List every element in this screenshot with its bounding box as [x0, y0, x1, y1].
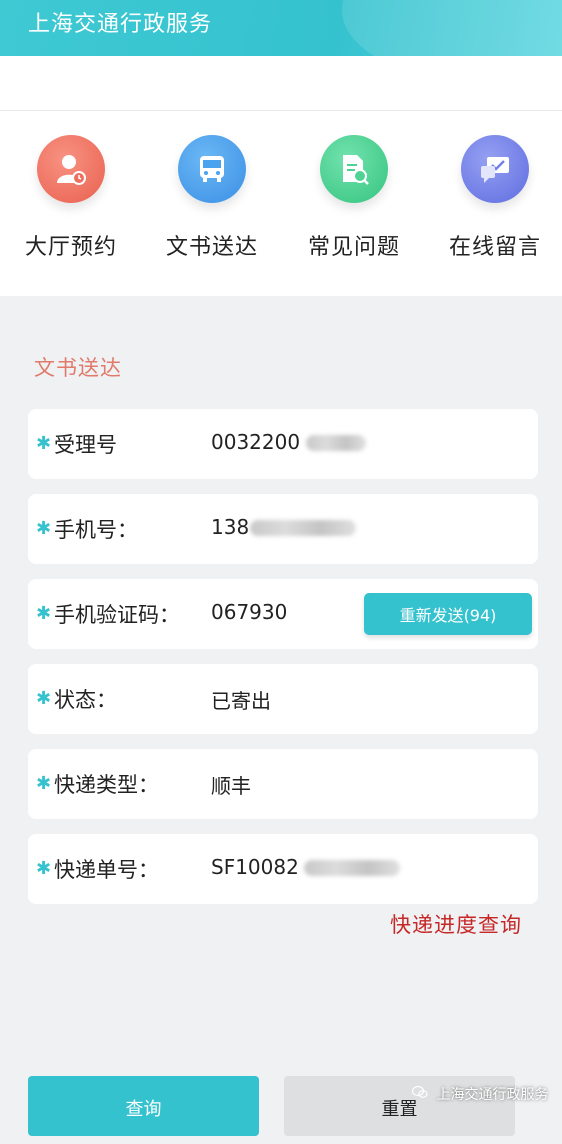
courier-type-value: 顺丰 [211, 774, 251, 798]
nav-label: 大厅预约 [24, 235, 117, 260]
required-mark: ✱ [36, 858, 52, 879]
sms-code-row: ✱ 手机验证码： 067930 重新发送(94) [28, 579, 538, 649]
query-button[interactable]: 查询 [28, 1076, 259, 1136]
redacted-blur [304, 860, 400, 876]
tracking-no-row: ✱ 快递单号： SF10082 [28, 834, 538, 904]
required-mark: ✱ [36, 433, 52, 454]
status-label: 状态： [54, 688, 117, 712]
nav-label: 常见问题 [307, 235, 400, 260]
acceptance-no-row: ✱ 受理号 0032200 [28, 409, 538, 479]
wechat-icon [411, 1085, 428, 1103]
status-row: ✱ 状态： 已寄出 [28, 664, 538, 734]
document-search-icon [320, 135, 388, 203]
watermark: 上海交通行政服务 [411, 1084, 549, 1104]
nav-faq[interactable]: 常见问题 [284, 135, 424, 285]
resend-code-button[interactable]: 重新发送(94) [364, 593, 532, 635]
tracking-no-label: 快递单号： [54, 858, 159, 882]
required-mark: ✱ [36, 773, 52, 794]
redacted-blur [250, 520, 356, 536]
acceptance-no-label: 受理号 [54, 433, 117, 457]
status-value: 已寄出 [211, 689, 271, 713]
phone-label: 手机号： [54, 518, 138, 542]
courier-type-row: ✱ 快递类型： 顺丰 [28, 749, 538, 819]
acceptance-no-value[interactable]: 0032200 [211, 430, 300, 454]
phone-value[interactable]: 138 [211, 515, 249, 539]
required-mark: ✱ [36, 603, 52, 624]
redacted-blur [306, 435, 366, 451]
user-clock-icon [37, 135, 105, 203]
sms-code-value[interactable]: 067930 [211, 600, 287, 624]
app-header: 上海交通行政服务 [0, 0, 562, 56]
header-decoration [342, 0, 562, 56]
chat-check-icon [461, 135, 529, 203]
nav-online-message[interactable]: 在线留言 [425, 135, 562, 285]
app-title: 上海交通行政服务 [28, 12, 213, 37]
sms-code-label: 手机验证码： [54, 603, 180, 627]
tracking-progress-link[interactable]: 快递进度查询 [390, 909, 522, 939]
required-mark: ✱ [36, 688, 52, 709]
quick-nav: 大厅预约 文书送达 常见问题 在线留言 [0, 111, 562, 296]
nav-hall-appointment[interactable]: 大厅预约 [1, 135, 141, 285]
nav-document-delivery[interactable]: 文书送达 [142, 135, 282, 285]
top-blank-bar [0, 56, 562, 111]
tracking-no-value: SF10082 [211, 855, 299, 879]
nav-label: 文书送达 [165, 235, 258, 260]
required-mark: ✱ [36, 518, 52, 539]
bus-icon [178, 135, 246, 203]
nav-label: 在线留言 [448, 235, 541, 260]
section-title: 文书送达 [34, 356, 122, 380]
watermark-text: 上海交通行政服务 [436, 1087, 549, 1103]
phone-row: ✱ 手机号： 138 [28, 494, 538, 564]
courier-type-label: 快递类型： [54, 773, 159, 797]
